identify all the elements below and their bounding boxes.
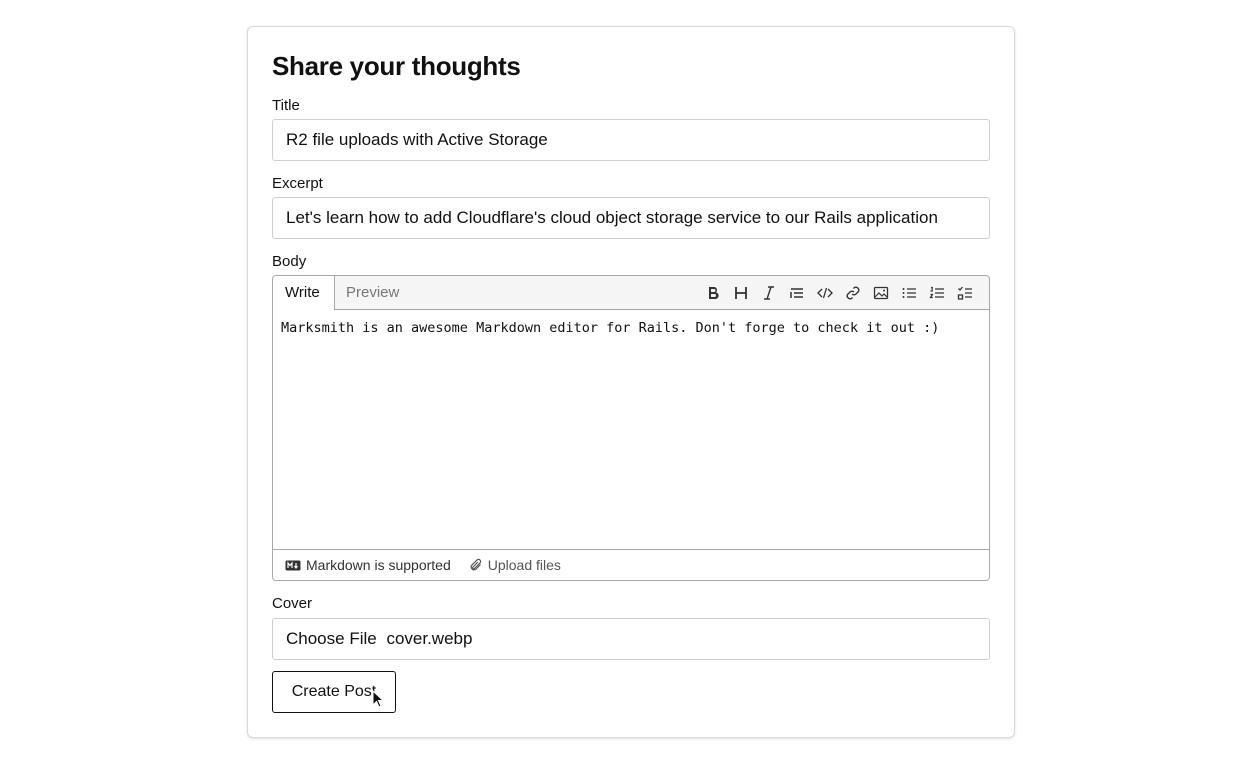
format-tools — [699, 276, 979, 310]
tab-write[interactable]: Write — [273, 276, 335, 311]
italic-icon[interactable] — [755, 279, 783, 307]
bold-icon[interactable] — [699, 279, 727, 307]
paperclip-icon — [470, 558, 481, 571]
upload-files-label: Upload files — [487, 557, 561, 573]
create-post-button[interactable]: Create Post — [272, 671, 396, 713]
markdown-editor: Write Preview Marksmith is an awesome Ma… — [272, 275, 990, 581]
task-list-icon[interactable] — [951, 279, 979, 307]
upload-files-button[interactable]: Upload files — [469, 557, 561, 573]
post-form-card: Share your thoughts Title R2 file upload… — [247, 26, 1015, 738]
excerpt-input[interactable]: Let's learn how to add Cloudflare's clou… — [272, 197, 990, 239]
heading-icon[interactable] — [727, 279, 755, 307]
choose-file-button[interactable]: Choose File — [286, 629, 377, 648]
tab-preview[interactable]: Preview — [334, 276, 411, 310]
numbered-list-icon[interactable] — [923, 279, 951, 307]
body-label: Body — [272, 253, 307, 270]
markdown-supported-note: Markdown is supported — [285, 557, 451, 573]
markdown-icon — [285, 560, 301, 570]
excerpt-label: Excerpt — [272, 175, 323, 192]
quote-icon[interactable] — [783, 279, 811, 307]
bullet-list-icon[interactable] — [895, 279, 923, 307]
code-icon[interactable] — [811, 279, 839, 307]
image-icon[interactable] — [867, 279, 895, 307]
cover-filename: cover.webp — [386, 629, 473, 648]
body-textarea[interactable]: Marksmith is an awesome Markdown editor … — [273, 310, 989, 550]
editor-toolbar: Write Preview — [273, 276, 989, 311]
cover-label: Cover — [272, 595, 313, 612]
title-input[interactable]: R2 file uploads with Active Storage — [272, 119, 990, 161]
link-icon[interactable] — [839, 279, 867, 307]
editor-footer: Markdown is supported Upload files — [273, 549, 989, 580]
markdown-supported-label: Markdown is supported — [306, 557, 451, 573]
title-label: Title — [272, 97, 300, 114]
page-title: Share your thoughts — [272, 51, 521, 81]
cover-file-input[interactable]: Choose File cover.webp — [272, 618, 990, 660]
